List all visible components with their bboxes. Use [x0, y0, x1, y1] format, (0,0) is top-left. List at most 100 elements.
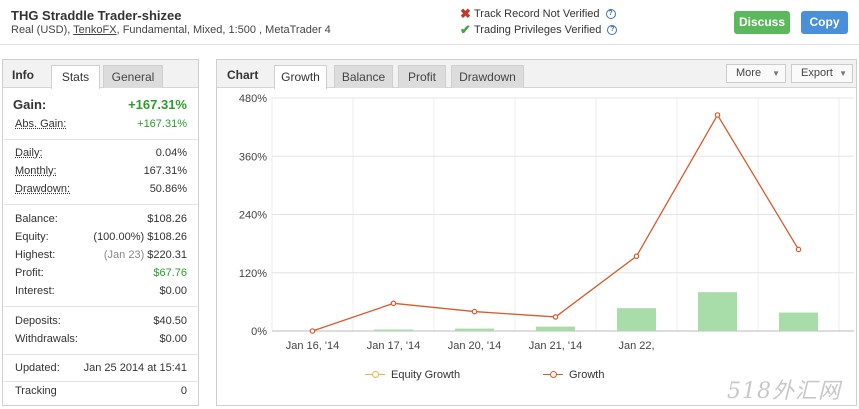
drawdown-row: Drawdown: 50.86% [15, 183, 187, 197]
updated-label: Updated: [15, 362, 60, 374]
equity-percent: (100.00%) [93, 231, 145, 243]
account-type: Real (USD), [11, 24, 74, 36]
x-tick-label: Jan 22, [618, 340, 654, 352]
tab-general[interactable]: General [103, 65, 163, 88]
growth-data-point [633, 253, 640, 260]
y-tick-label: 360% [239, 151, 267, 163]
chart-title: Chart [227, 68, 259, 82]
balance-label: Balance: [15, 213, 58, 225]
legend-swatch-icon [365, 371, 385, 379]
growth-chart: 0% 120% 240% 360% 480% Jan 16, '14 Jan 17, '14… [239, 93, 854, 352]
y-tick-label: 0% [251, 326, 267, 338]
bar [617, 308, 656, 331]
broker-link[interactable]: TenkoFX [73, 24, 116, 36]
tracking-row: Tracking 0 [15, 385, 187, 399]
growth-data-point [471, 308, 478, 315]
account-title: THG Straddle Trader-shizee [11, 8, 182, 23]
help-icon[interactable]: ? [605, 9, 616, 19]
tracking-label: Tracking [15, 385, 57, 397]
balance-row: Balance: $108.26 [15, 213, 187, 227]
deposits-label: Deposits: [15, 315, 61, 327]
chevron-down-icon: ▼ [772, 69, 780, 78]
trading-privileges-text: Trading Privileges Verified [474, 24, 602, 36]
cross-icon: ✖ [460, 6, 471, 21]
divider [4, 354, 199, 355]
track-record-status: ✖ Track Record Not Verified ? [460, 6, 616, 22]
deposits-row: Deposits: $40.50 [15, 315, 187, 329]
divider [4, 306, 199, 307]
bar [536, 326, 575, 331]
legend-swatch-icon [543, 371, 563, 379]
abs-gain-value: +167.31% [137, 118, 187, 130]
monthly-label[interactable]: Monthly: [15, 165, 57, 177]
highest-label: Highest: [15, 249, 56, 261]
x-tick-label: Jan 17, '14 [367, 340, 420, 352]
highest-row: Highest: (Jan 23) $220.31 [15, 249, 187, 263]
more-dropdown[interactable]: More ▼ [726, 64, 786, 83]
drawdown-label[interactable]: Drawdown: [15, 183, 70, 195]
header-divider [0, 44, 859, 45]
profit-label: Profit: [15, 267, 44, 279]
highest-value-group: (Jan 23) $220.31 [104, 249, 187, 261]
tab-stats[interactable]: Stats [51, 65, 100, 89]
highest-date: (Jan 23) [103, 249, 145, 261]
interest-label: Interest: [15, 285, 55, 297]
bar [779, 312, 818, 331]
legend-equity-growth[interactable]: Equity Growth [365, 369, 460, 381]
legend-label: Growth [569, 369, 605, 381]
tab-balance[interactable]: Balance [334, 65, 393, 88]
daily-label[interactable]: Daily: [15, 147, 43, 159]
copy-button[interactable]: Copy [801, 11, 848, 34]
y-tick-label: 120% [239, 268, 267, 280]
info-panel: Info Stats General Gain: +167.31% Abs. G… [2, 59, 199, 406]
chart-tab-bar: Chart Growth Balance Profit Drawdown Mor… [217, 60, 856, 89]
daily-value: 0.04% [155, 147, 187, 159]
divider [4, 139, 199, 140]
bar [455, 328, 494, 331]
info-tab-bar: Info Stats General [3, 60, 198, 89]
deposits-value: $40.50 [153, 315, 187, 327]
tab-profit[interactable]: Profit [398, 65, 446, 88]
profit-value: $67.76 [153, 267, 187, 279]
discuss-button[interactable]: Discuss [734, 11, 790, 34]
growth-data-point [309, 328, 316, 334]
info-title: Info [12, 68, 34, 82]
watermark: 518外汇网 [727, 379, 841, 404]
equity-row: Equity: (100.00%) $108.26 [15, 231, 187, 245]
bar [374, 329, 413, 331]
equity-value-group: (100.00%) $108.26 [93, 231, 187, 243]
help-icon[interactable]: ? [607, 25, 618, 35]
x-tick-label: Jan 16, '14 [286, 340, 339, 352]
profit-row: Profit: $67.76 [15, 267, 187, 281]
track-record-text: Track Record Not Verified [474, 8, 600, 20]
equity-value: $108.26 [147, 231, 187, 243]
withdrawals-row: Withdrawals: $0.00 [15, 333, 187, 347]
abs-gain-row: Abs. Gain: +167.31% [15, 118, 187, 132]
withdrawals-label: Withdrawals: [15, 333, 78, 345]
export-dropdown[interactable]: Export ▼ [791, 64, 853, 83]
x-tick-label: Jan 20, '14 [448, 340, 501, 352]
trading-privileges-status: ✔ Trading Privileges Verified ? [460, 22, 618, 38]
abs-gain-label[interactable]: Abs. Gain: [15, 118, 66, 130]
drawdown-value: 50.86% [149, 183, 187, 195]
tab-growth[interactable]: Growth [274, 65, 327, 89]
export-label: Export [801, 67, 833, 79]
more-label: More [736, 67, 762, 79]
gain-value: +167.31% [128, 97, 187, 112]
monthly-row: Monthly: 167.31% [15, 165, 187, 179]
check-icon: ✔ [460, 22, 471, 37]
legend-growth[interactable]: Growth [543, 369, 604, 381]
legend-label: Equity Growth [391, 369, 461, 381]
divider [4, 381, 199, 382]
gain-label: Gain: [13, 97, 47, 112]
highest-value: $220.31 [147, 249, 187, 261]
interest-row: Interest: $0.00 [15, 285, 187, 299]
daily-row: Daily: 0.04% [15, 147, 187, 161]
chart-panel: Chart Growth Balance Profit Drawdown Mor… [216, 59, 857, 406]
account-details: , Fundamental, Mixed, 1:500 , MetaTrader… [116, 24, 331, 36]
growth-data-point [552, 314, 559, 320]
tab-drawdown[interactable]: Drawdown [451, 65, 524, 88]
account-subtitle: Real (USD), TenkoFX, Fundamental, Mixed,… [11, 24, 331, 36]
interest-value: $0.00 [159, 285, 187, 297]
monthly-value: 167.31% [143, 165, 187, 177]
